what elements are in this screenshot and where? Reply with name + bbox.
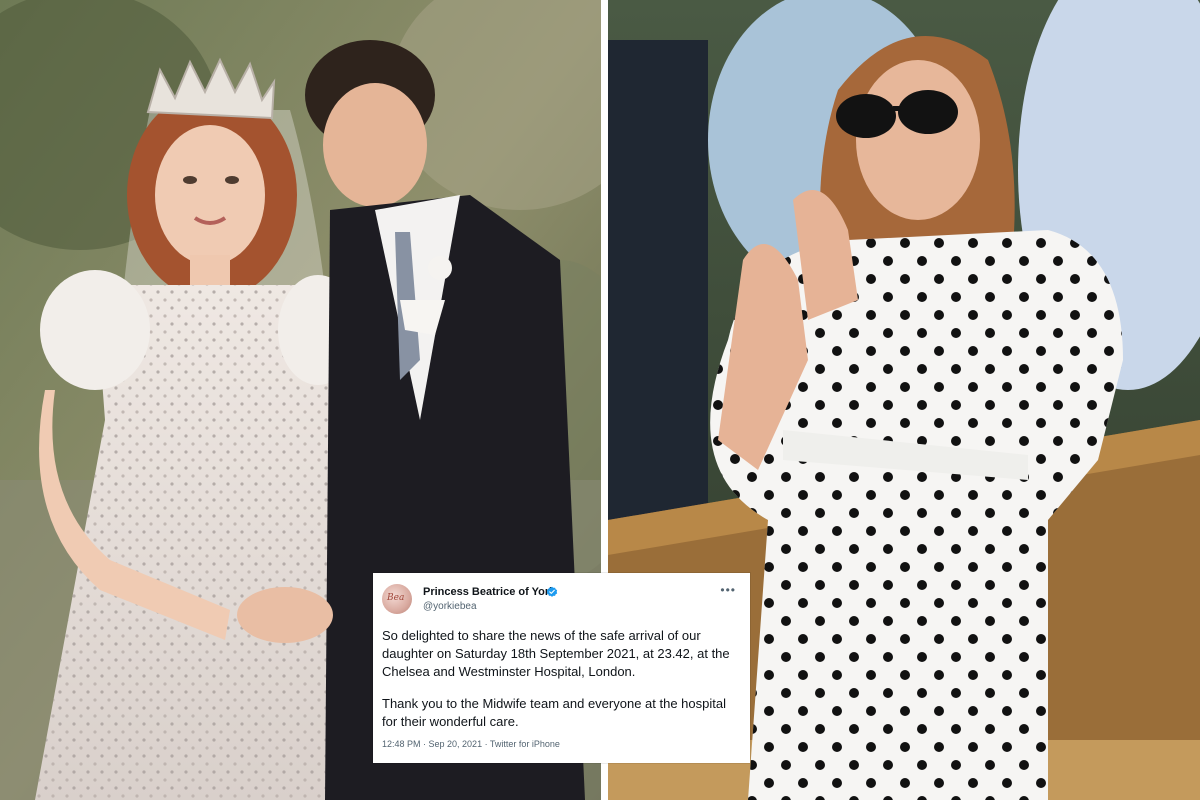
tweet-paragraph-2: Thank you to the Midwife team and everyo… bbox=[382, 696, 726, 729]
avatar-text: Bea bbox=[387, 593, 405, 603]
verified-badge-icon bbox=[546, 586, 558, 597]
tweet-paragraph-1: So delighted to share the news of the sa… bbox=[382, 628, 730, 679]
more-dots-icon[interactable]: ••• bbox=[720, 583, 736, 597]
display-name[interactable]: Princess Beatrice of York bbox=[423, 586, 555, 598]
tweet-text: So delighted to share the news of the sa… bbox=[382, 627, 740, 731]
tweet-timestamp[interactable]: 12:48 PM · Sep 20, 2021 · Twitter for iP… bbox=[382, 739, 560, 749]
tweet-header: Bea Princess Beatrice of York @yorkiebea… bbox=[382, 581, 740, 617]
tweet-card: Bea Princess Beatrice of York @yorkiebea… bbox=[373, 573, 750, 763]
handle[interactable]: @yorkiebea bbox=[423, 601, 477, 612]
avatar[interactable]: Bea bbox=[382, 584, 412, 614]
